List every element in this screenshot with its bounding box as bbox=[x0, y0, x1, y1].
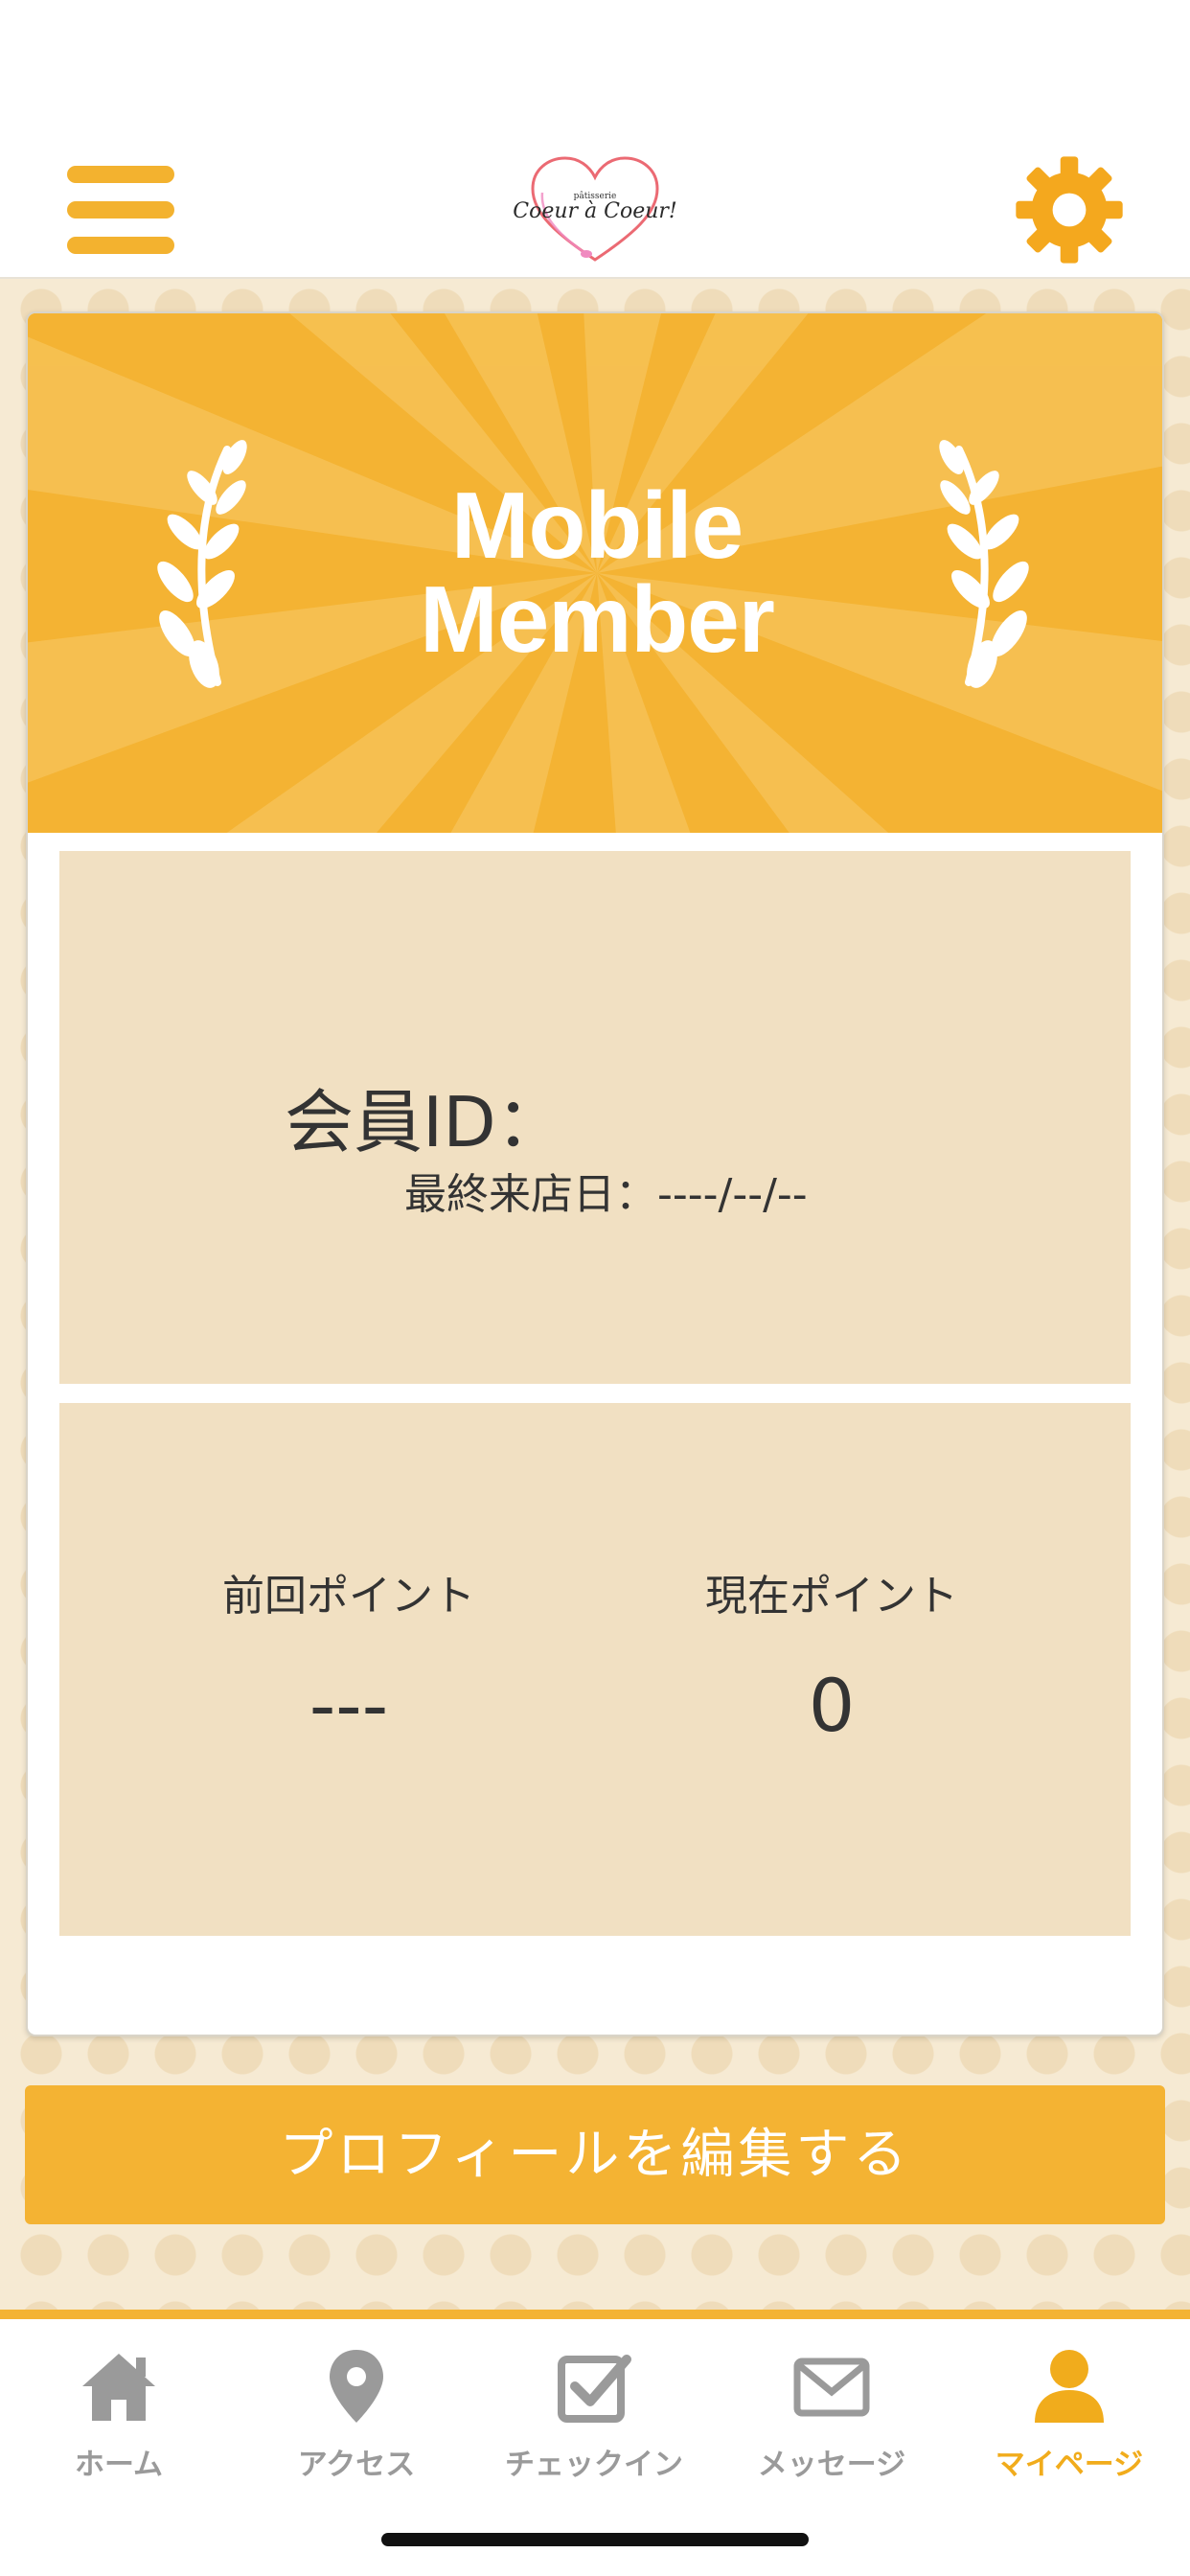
current-points-label: 現在ポイント bbox=[705, 1572, 958, 1621]
svg-text:Coeur à Coeur!: Coeur à Coeur! bbox=[513, 199, 677, 223]
points-panel: 前回ポイント --- 現在ポイント 0 bbox=[59, 1403, 1131, 1936]
edit-profile-button[interactable]: プロフィールを編集する bbox=[25, 2085, 1165, 2224]
member-banner: Mobile Member bbox=[28, 313, 1162, 833]
member-id-label: 会員ID： bbox=[285, 1082, 565, 1162]
checkbox-icon bbox=[558, 2355, 631, 2423]
home-indicator bbox=[381, 2533, 809, 2546]
hamburger-menu-button[interactable] bbox=[67, 166, 174, 254]
brand-logo: pâtisserie Coeur à Coeur! bbox=[491, 147, 699, 266]
home-icon bbox=[82, 2354, 155, 2421]
previous-points-value: --- bbox=[309, 1663, 389, 1748]
tab-message-label: メッセージ bbox=[757, 2448, 906, 2482]
tab-access-label: アクセス bbox=[297, 2448, 416, 2482]
menu-bar bbox=[67, 237, 174, 254]
settings-button[interactable] bbox=[1014, 154, 1125, 265]
tab-home-label: ホーム bbox=[74, 2448, 164, 2482]
app-header: pâtisserie Coeur à Coeur! bbox=[0, 139, 1190, 279]
tab-checkin[interactable]: チェックイン bbox=[475, 2346, 713, 2483]
tab-access[interactable]: アクセス bbox=[238, 2346, 475, 2483]
current-points: 現在ポイント 0 bbox=[640, 1568, 1023, 1754]
person-icon bbox=[1035, 2350, 1104, 2423]
member-id-panel: 会員ID： 最終来店日：----/--/-- bbox=[59, 851, 1131, 1384]
status-bar bbox=[0, 0, 1190, 139]
envelope-icon bbox=[793, 2358, 870, 2417]
menu-bar bbox=[67, 166, 174, 183]
tab-mypage[interactable]: マイページ bbox=[950, 2346, 1188, 2483]
previous-points-label: 前回ポイント bbox=[222, 1572, 475, 1621]
tab-home[interactable]: ホーム bbox=[0, 2346, 238, 2483]
member-card: Mobile Member 会員ID： 最終来店日：----/--/-- 前回ポ… bbox=[26, 311, 1164, 2036]
tab-checkin-label: チェックイン bbox=[505, 2448, 683, 2482]
map-pin-icon bbox=[330, 2350, 383, 2423]
laurel-right-icon bbox=[939, 440, 1029, 688]
tab-mypage-label: マイページ bbox=[995, 2448, 1144, 2482]
last-visit-date: 最終来店日：----/--/-- bbox=[404, 1170, 808, 1219]
gear-icon bbox=[1016, 156, 1123, 264]
current-points-value: 0 bbox=[808, 1663, 856, 1748]
previous-points: 前回ポイント --- bbox=[157, 1568, 540, 1754]
tab-message[interactable]: メッセージ bbox=[713, 2346, 950, 2483]
menu-bar bbox=[67, 201, 174, 218]
